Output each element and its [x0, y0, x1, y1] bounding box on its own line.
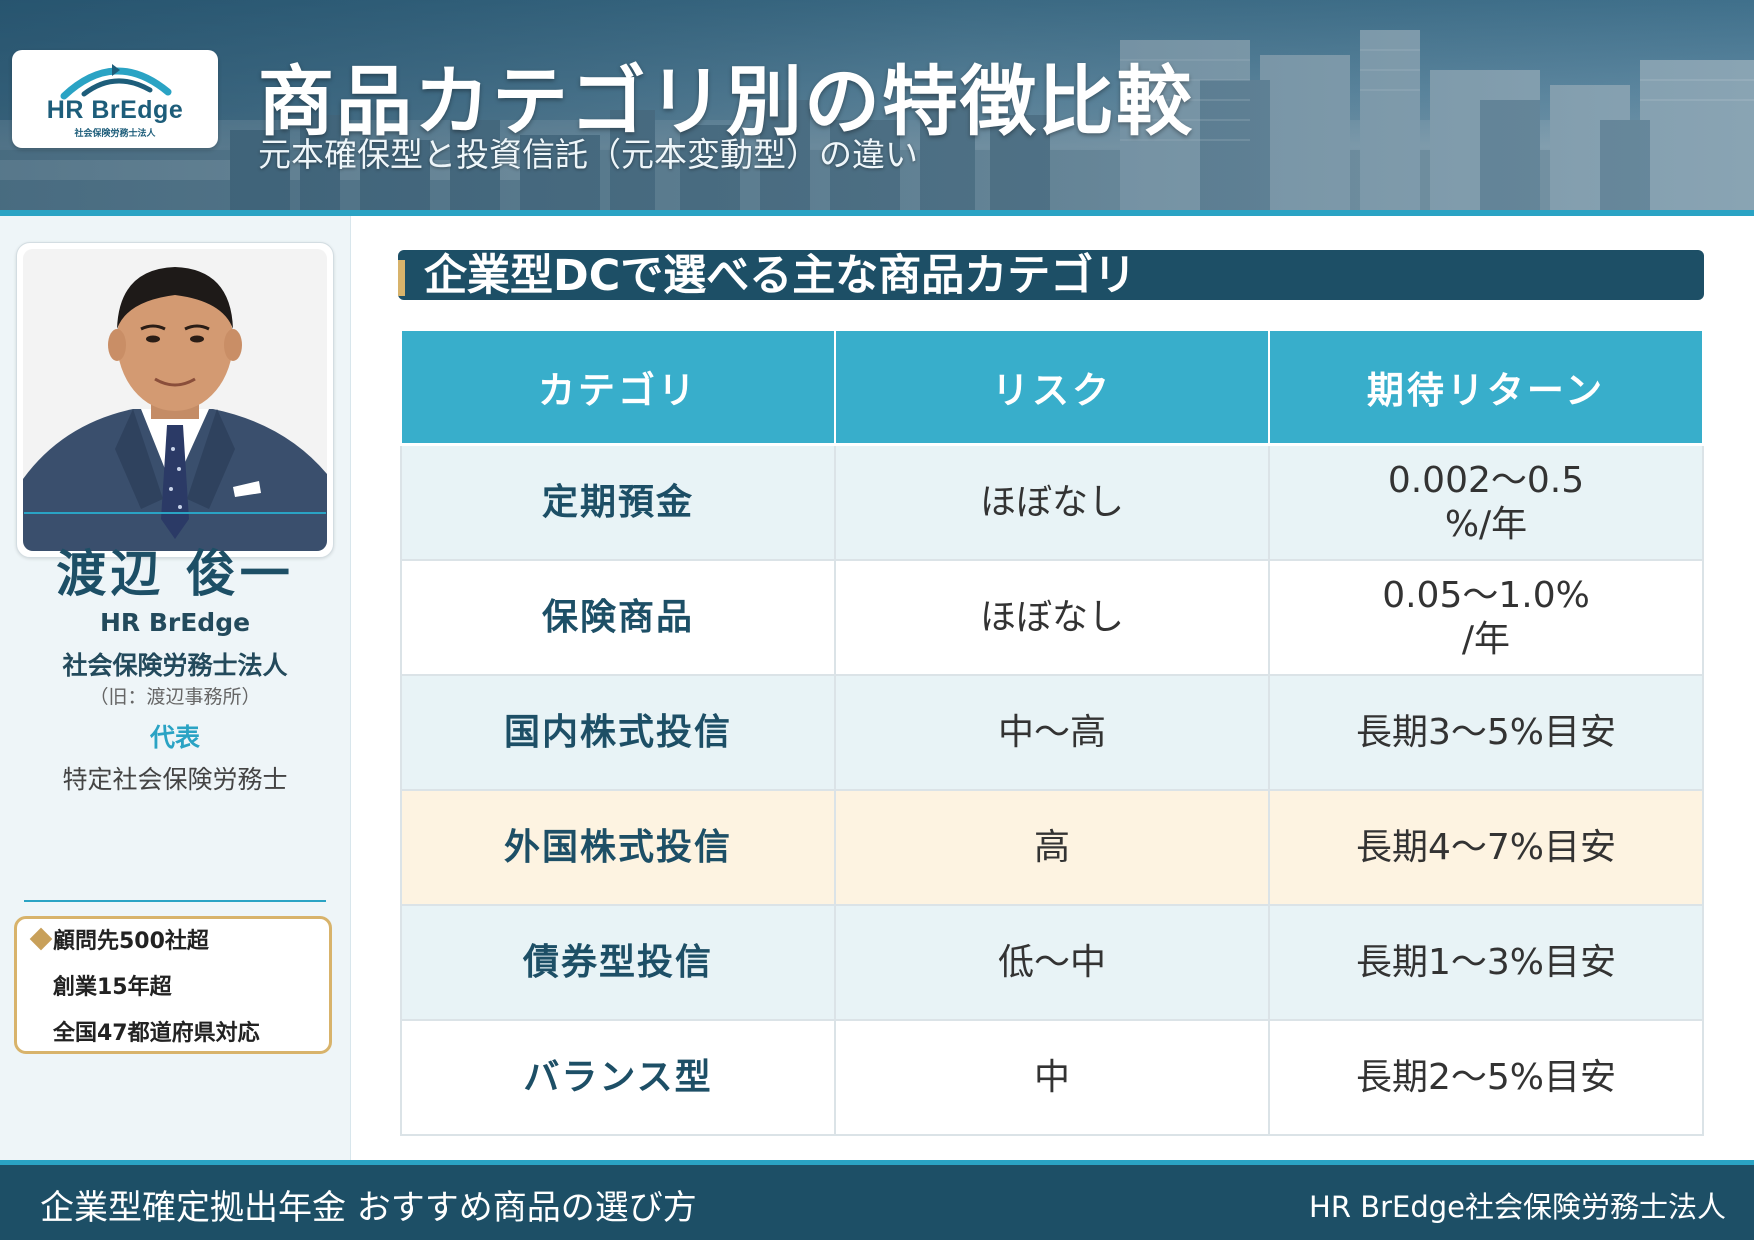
return-cell: 0.05～1.0% /年 [1268, 559, 1704, 676]
highlight-item: 全国47都道府県対応 [53, 1021, 260, 1046]
table-row: 国内株式投信 中～高 長期3～5%目安 [400, 674, 1704, 791]
footer-accent-line [0, 1160, 1754, 1165]
section-heading-accent [398, 260, 405, 296]
highlight-item: 顧問先500社超 [53, 929, 209, 954]
org-former-name: （旧：渡辺事務所） [89, 686, 261, 708]
role-title: 代表 [149, 723, 200, 752]
logo-bridge-arc-icon [60, 64, 172, 100]
person-portrait-image [23, 249, 327, 551]
column-header-category: カテゴリ [400, 329, 836, 446]
return-cell: 長期3～5%目安 [1268, 674, 1704, 791]
table-row: バランス型 中 長期2～5%目安 [400, 1019, 1704, 1136]
risk-cell: 低～中 [834, 904, 1270, 1021]
category-cell: 国内株式投信 [400, 674, 836, 791]
sidebar-divider-top [24, 512, 326, 514]
return-cell: 長期4～7%目安 [1268, 789, 1704, 906]
footer-deck-title: 企業型確定拠出年金 おすすめ商品の選び方 [40, 1188, 697, 1228]
category-cell: 定期預金 [400, 443, 836, 561]
logo-subtext: 社会保険労務士法人 [74, 129, 156, 139]
return-line1: 0.002～0.5 [1387, 459, 1585, 501]
header-banner: HR BrEdge 社会保険労務士法人 商品カテゴリ別の特徴比較 元本確保型と投… [0, 0, 1754, 210]
return-cell: 長期2～5%目安 [1268, 1019, 1704, 1136]
return-line2: %/年 [1444, 503, 1528, 545]
profile-sidebar: 渡辺 俊一 HR BrEdge 社会保険労務士法人 （旧：渡辺事務所） 代表 特… [0, 216, 351, 1160]
table-row: 定期預金 ほぼなし 0.002～0.5 %/年 [400, 443, 1704, 561]
logo-text: HR BrEdge [46, 96, 184, 124]
table-row: 保険商品 ほぼなし 0.05～1.0% /年 [400, 559, 1704, 676]
comparison-table: カテゴリ リスク 期待リターン 定期預金 ほぼなし 0.002～0.5 %/年 … [400, 329, 1704, 1136]
company-logo: HR BrEdge 社会保険労務士法人 [12, 50, 218, 148]
org-name-line1: HR BrEdge [99, 608, 251, 637]
risk-cell: ほぼなし [834, 559, 1270, 676]
column-header-risk: リスク [834, 329, 1270, 446]
section-heading-text: 企業型DCで選べる主な商品カテゴリ [424, 251, 1137, 300]
footer-bar: 企業型確定拠出年金 おすすめ商品の選び方 HR BrEdge社会保険労務士法人 [0, 1160, 1754, 1240]
risk-cell: 中～高 [834, 674, 1270, 791]
table-header-row: カテゴリ リスク 期待リターン [400, 329, 1704, 446]
profile-photo-frame [16, 242, 334, 558]
highlights-box: 顧問先500社超 創業15年超 全国47都道府県対応 [14, 916, 332, 1054]
table-row: 債券型投信 低～中 長期1～3%目安 [400, 904, 1704, 1021]
profile-photo [23, 249, 327, 551]
role-qualification: 特定社会保険労務士 [62, 765, 288, 794]
table-row-highlighted: 外国株式投信 高 長期4～7%目安 [400, 789, 1704, 906]
category-cell: バランス型 [400, 1019, 836, 1136]
return-line2: /年 [1461, 618, 1511, 660]
return-cell: 長期1～3%目安 [1268, 904, 1704, 1021]
return-cell: 0.002～0.5 %/年 [1268, 443, 1704, 561]
org-name-line2: 社会保険労務士法人 [62, 651, 288, 680]
column-header-return: 期待リターン [1268, 329, 1704, 446]
risk-cell: 高 [834, 789, 1270, 906]
sidebar-divider-bottom [24, 900, 326, 902]
category-cell: 保険商品 [400, 559, 836, 676]
category-cell: 外国株式投信 [400, 789, 836, 906]
section-heading: 企業型DCで選べる主な商品カテゴリ [398, 250, 1704, 300]
footer-company-name: HR BrEdge社会保険労務士法人 [1309, 1190, 1726, 1224]
return-line1: 0.05～1.0% [1382, 574, 1590, 616]
highlight-item: 創業15年超 [53, 975, 172, 1000]
person-name: 渡辺 俊一 [56, 545, 294, 603]
risk-cell: ほぼなし [834, 443, 1270, 561]
risk-cell: 中 [834, 1019, 1270, 1136]
page-subtitle: 元本確保型と投資信託（元本変動型）の違い [258, 135, 918, 174]
diamond-bullet-icon [29, 927, 53, 951]
category-cell: 債券型投信 [400, 904, 836, 1021]
